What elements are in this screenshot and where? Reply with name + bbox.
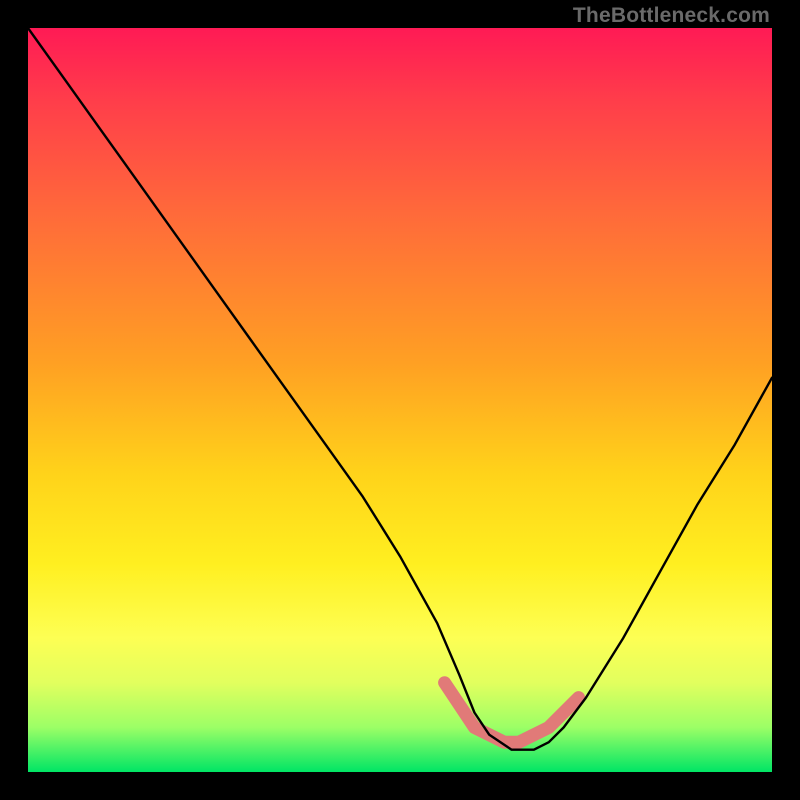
chart-plot-area bbox=[28, 28, 772, 772]
watermark-text: TheBottleneck.com bbox=[573, 4, 770, 28]
chart-svg bbox=[28, 28, 772, 772]
chart-frame: TheBottleneck.com bbox=[0, 0, 800, 800]
bottleneck-curve-line bbox=[28, 28, 772, 750]
